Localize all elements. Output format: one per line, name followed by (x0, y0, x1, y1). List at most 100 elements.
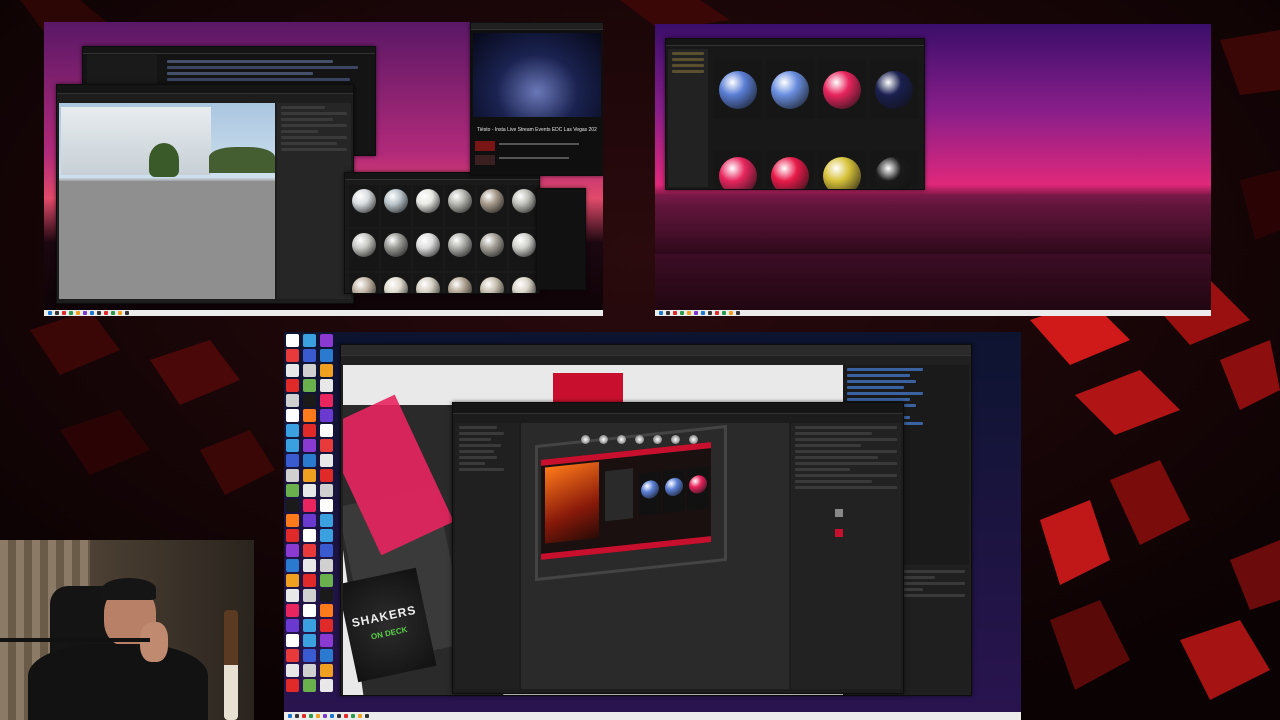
material-sphere[interactable] (719, 157, 757, 189)
taskbar-app-icon[interactable] (302, 714, 306, 718)
desktop-shortcut-icon[interactable] (320, 544, 333, 557)
taskbar-app-icon[interactable] (97, 311, 101, 315)
desktop-shortcut-icon[interactable] (303, 559, 316, 572)
taskbar-app-icon[interactable] (125, 311, 129, 315)
taskbar-app-icon[interactable] (295, 714, 299, 718)
taskbar-app-icon[interactable] (83, 311, 87, 315)
desktop-shortcut-icon[interactable] (320, 574, 333, 587)
material-sphere[interactable] (448, 189, 472, 213)
desktop-shortcut-icon[interactable] (286, 364, 299, 377)
taskbar[interactable] (284, 712, 1021, 720)
desktop-shortcut-icon[interactable] (286, 499, 299, 512)
desktop-shortcut-icon[interactable] (303, 529, 316, 542)
taskbar-app-icon[interactable] (344, 714, 348, 718)
taskbar-app-icon[interactable] (309, 714, 313, 718)
desktop-shortcut-icon[interactable] (320, 664, 333, 677)
taskbar-app-icon[interactable] (680, 311, 684, 315)
desktop-shortcut-icon[interactable] (286, 559, 299, 572)
desktop-shortcut-icon[interactable] (320, 559, 333, 572)
material-sphere[interactable] (416, 233, 440, 257)
desktop-shortcut-icon[interactable] (286, 679, 299, 692)
desktop-shortcut-icon[interactable] (286, 619, 299, 632)
material-sphere[interactable] (352, 233, 376, 257)
material-sphere[interactable] (448, 277, 472, 293)
color-swatch-grey[interactable] (835, 509, 843, 517)
taskbar-app-icon[interactable] (736, 311, 740, 315)
material-sphere[interactable] (771, 157, 809, 189)
material-sphere[interactable] (512, 277, 536, 293)
taskbar-app-icon[interactable] (90, 311, 94, 315)
preview-viewport[interactable] (521, 423, 789, 689)
desktop-shortcut-icon[interactable] (303, 349, 316, 362)
desktop-shortcut-icon[interactable] (320, 679, 333, 692)
desktop-shortcut-icon[interactable] (286, 544, 299, 557)
material-preview-window[interactable] (452, 402, 904, 694)
desktop-shortcut-icon[interactable] (286, 424, 299, 437)
taskbar-app-icon[interactable] (673, 311, 677, 315)
desktop-shortcut-icon[interactable] (286, 589, 299, 602)
desktop-shortcut-icon[interactable] (303, 454, 316, 467)
desktop-icons[interactable] (286, 334, 340, 694)
desktop-shortcut-icon[interactable] (286, 649, 299, 662)
desktop-shortcut-icon[interactable] (286, 409, 299, 422)
taskbar-app-icon[interactable] (722, 311, 726, 315)
desktop-shortcut-icon[interactable] (303, 379, 316, 392)
material-sphere[interactable] (416, 277, 440, 293)
desktop-shortcut-icon[interactable] (303, 439, 316, 452)
desktop-shortcut-icon[interactable] (320, 349, 333, 362)
taskbar-app-icon[interactable] (666, 311, 670, 315)
desktop-shortcut-icon[interactable] (320, 604, 333, 617)
material-sphere[interactable] (352, 189, 376, 213)
side-panel-window[interactable] (536, 188, 586, 290)
material-browser-window-2[interactable] (665, 38, 925, 190)
desktop-shortcut-icon[interactable] (286, 664, 299, 677)
taskbar-app-icon[interactable] (76, 311, 80, 315)
desktop-shortcut-icon[interactable] (320, 469, 333, 482)
material-sphere[interactable] (823, 157, 861, 189)
taskbar[interactable] (44, 310, 603, 316)
taskbar-app-icon[interactable] (62, 311, 66, 315)
taskbar-app-icon[interactable] (288, 714, 292, 718)
desktop-shortcut-icon[interactable] (303, 334, 316, 347)
taskbar[interactable] (655, 310, 1211, 316)
desktop-shortcut-icon[interactable] (303, 679, 316, 692)
desktop-shortcut-icon[interactable] (320, 634, 333, 647)
taskbar-app-icon[interactable] (701, 311, 705, 315)
taskbar-app-icon[interactable] (69, 311, 73, 315)
color-swatch-red[interactable] (835, 529, 843, 537)
desktop-shortcut-icon[interactable] (320, 439, 333, 452)
unreal-editor-window[interactable] (56, 84, 354, 304)
desktop-shortcut-icon[interactable] (303, 619, 316, 632)
desktop-shortcut-icon[interactable] (320, 409, 333, 422)
desktop-shortcut-icon[interactable] (286, 514, 299, 527)
taskbar-app-icon[interactable] (729, 311, 733, 315)
taskbar-app-icon[interactable] (694, 311, 698, 315)
material-sphere[interactable] (480, 233, 504, 257)
desktop-shortcut-icon[interactable] (286, 439, 299, 452)
taskbar-app-icon[interactable] (715, 311, 719, 315)
desktop-shortcut-icon[interactable] (303, 634, 316, 647)
desktop-shortcut-icon[interactable] (303, 514, 316, 527)
taskbar-app-icon[interactable] (351, 714, 355, 718)
taskbar-app-icon[interactable] (365, 714, 369, 718)
desktop-shortcut-icon[interactable] (320, 649, 333, 662)
viewport[interactable] (59, 103, 275, 299)
desktop-shortcut-icon[interactable] (320, 484, 333, 497)
video-thumbnail[interactable] (473, 33, 601, 117)
taskbar-app-icon[interactable] (323, 714, 327, 718)
browser-window[interactable]: Tiësto - Insta Live Stream Events EDC La… (470, 22, 603, 176)
desktop-shortcut-icon[interactable] (320, 514, 333, 527)
material-sphere[interactable] (384, 277, 408, 293)
material-sphere[interactable] (875, 157, 913, 189)
taskbar-app-icon[interactable] (330, 714, 334, 718)
taskbar-app-icon[interactable] (111, 311, 115, 315)
desktop-shortcut-icon[interactable] (320, 499, 333, 512)
material-browser-window[interactable] (344, 172, 540, 294)
desktop-shortcut-icon[interactable] (303, 394, 316, 407)
desktop-shortcut-icon[interactable] (286, 634, 299, 647)
video-title[interactable]: Tiësto - Insta Live Stream Events EDC La… (477, 127, 597, 133)
desktop-shortcut-icon[interactable] (286, 469, 299, 482)
desktop-shortcut-icon[interactable] (286, 349, 299, 362)
desktop-shortcut-icon[interactable] (320, 529, 333, 542)
material-sphere[interactable] (384, 189, 408, 213)
